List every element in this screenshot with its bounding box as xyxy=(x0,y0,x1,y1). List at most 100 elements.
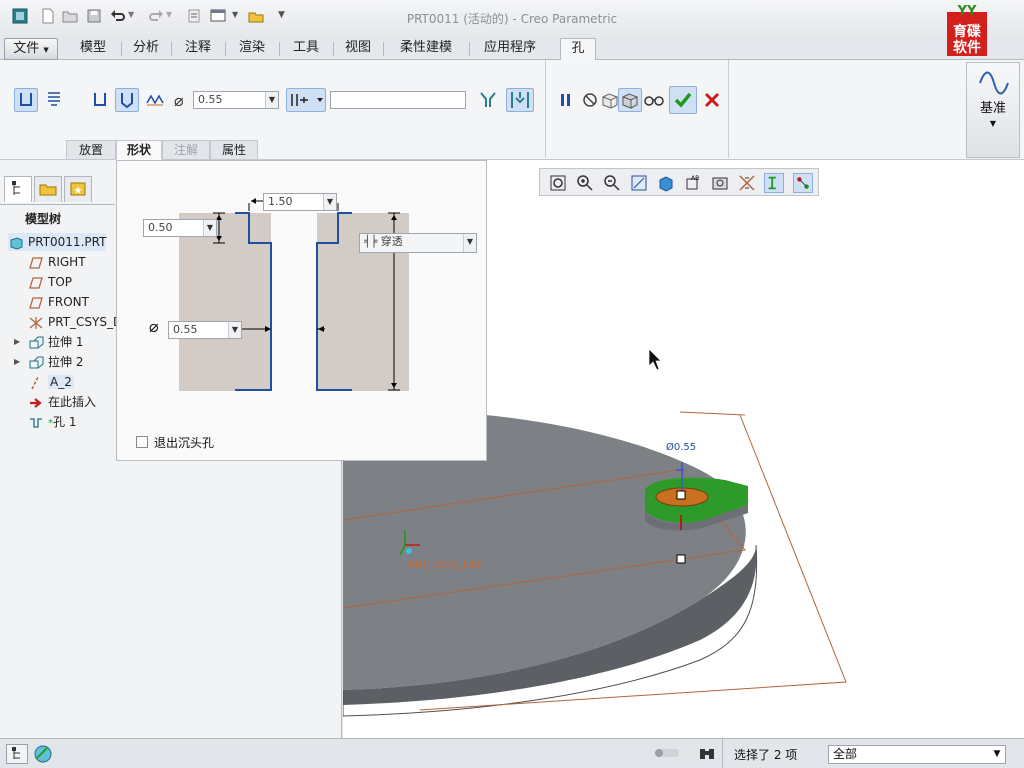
show-navigator-button[interactable] xyxy=(6,744,28,764)
side2-depth-button[interactable] xyxy=(506,88,534,112)
drill-profile-button[interactable] xyxy=(115,88,139,112)
tree-item-csys[interactable]: PRT_CSYS_D xyxy=(28,313,122,331)
datum-display-icon[interactable] xyxy=(737,173,757,193)
diameter-icon: ⌀ xyxy=(174,91,184,110)
ok-button[interactable] xyxy=(669,86,697,114)
tab-analysis[interactable]: 分析 xyxy=(122,38,170,60)
tab-file[interactable]: 文件 ▼ xyxy=(4,38,58,60)
zoom-in-icon[interactable] xyxy=(575,173,595,193)
hole-diameter-input[interactable]: 0.55 ▼ xyxy=(168,321,242,339)
shape-panel: 1.50 ▼ 0.50 ▼ ⌀ 0.55 ▼ ╡╞ 穿透 ▼ 退出沉头孔 xyxy=(116,160,487,461)
depth-option-select[interactable]: ╡╞ 穿透 ▼ xyxy=(359,233,477,253)
tab-file-dropdown-icon: ▼ xyxy=(43,46,49,54)
tab-model-tree[interactable] xyxy=(4,176,32,202)
datum-button[interactable]: 基准 ▼ xyxy=(966,62,1020,158)
zoom-out-icon[interactable] xyxy=(602,173,622,193)
tab-properties[interactable]: 属性 xyxy=(210,140,258,160)
tree-item-label: PRT0011.PRT xyxy=(28,235,107,249)
spin-center-icon[interactable] xyxy=(793,173,813,193)
tab-tools[interactable]: 工具 xyxy=(280,38,332,60)
chevron-down-icon[interactable]: ▼ xyxy=(265,92,278,108)
repaint-icon[interactable] xyxy=(629,173,649,193)
chevron-down-icon[interactable]: ▼ xyxy=(203,220,216,236)
tab-annotate[interactable]: 注释 xyxy=(172,38,224,60)
browser-icon[interactable] xyxy=(33,744,53,764)
chevron-down-icon[interactable]: ▼ xyxy=(323,194,336,210)
verify-preview-button[interactable] xyxy=(618,88,642,112)
datum-icon xyxy=(979,71,1009,95)
standard-hole-icon xyxy=(48,92,60,106)
verify-box-icon xyxy=(621,93,639,109)
pause-button[interactable] xyxy=(554,88,578,112)
chevron-down-icon[interactable]: ▼ xyxy=(463,234,476,252)
depth-value-input[interactable] xyxy=(330,91,466,109)
tree-item-label: A_2 xyxy=(48,375,74,389)
tree-item-part[interactable]: PRT0011.PRT xyxy=(8,233,107,251)
sketch-profile-button[interactable] xyxy=(143,88,167,112)
annotation-display-icon[interactable] xyxy=(764,173,784,193)
tab-folder-browser[interactable] xyxy=(34,176,62,202)
depth-option-value: 穿透 xyxy=(380,235,403,248)
depth-option-button[interactable] xyxy=(286,88,326,112)
refit-icon[interactable] xyxy=(548,173,568,193)
checkmark-icon xyxy=(674,92,692,108)
tree-item-front[interactable]: FRONT xyxy=(28,293,89,311)
diameter-value: 0.55 xyxy=(198,93,223,106)
tree-item-label: 拉伸 2 xyxy=(48,355,84,369)
tree-item-hole-1[interactable]: *孔 1 xyxy=(28,413,76,431)
tab-render[interactable]: 渲染 xyxy=(226,38,278,60)
tab-notes[interactable]: 注解 xyxy=(162,140,210,160)
find-binoculars-icon[interactable] xyxy=(698,745,716,763)
datum-dropdown-icon: ▼ xyxy=(989,119,997,128)
tree-item-label: RIGHT xyxy=(48,255,86,269)
countersink-depth-input[interactable]: 0.50 ▼ xyxy=(143,219,217,237)
tree-item-axis[interactable]: A_2 xyxy=(28,373,74,391)
tab-model[interactable]: 模型 xyxy=(66,38,120,60)
expand-icon[interactable]: ▶ xyxy=(14,337,20,346)
tree-item-label: TOP xyxy=(48,275,73,289)
straight-profile-button[interactable] xyxy=(88,88,112,112)
diameter-icon: ⌀ xyxy=(149,317,159,336)
flip-icon xyxy=(480,92,496,107)
datum-plane-icon xyxy=(29,276,43,289)
tab-shape[interactable]: 形状 xyxy=(116,140,162,160)
tab-flexible-modeling[interactable]: 柔性建模 xyxy=(384,38,468,60)
tree-item-top[interactable]: TOP xyxy=(28,273,72,291)
tree-item-extrude-2[interactable]: 拉伸 2 xyxy=(28,353,83,371)
tree-item-label: 拉伸 1 xyxy=(48,335,84,349)
selection-filter-select[interactable]: 全部 ▼ xyxy=(828,745,1006,764)
diameter-input[interactable]: 0.55 ▼ xyxy=(193,91,279,109)
simple-hole-button[interactable] xyxy=(14,88,38,112)
tree-icon xyxy=(12,181,20,195)
straight-profile-icon xyxy=(94,93,106,106)
glasses-icon xyxy=(644,96,664,106)
expand-icon[interactable]: ▶ xyxy=(14,357,20,366)
tab-hole[interactable]: 孔 xyxy=(560,38,596,61)
creo-window: ▼ ▼ ▼ ▼ PRT0011 (活动的) - Creo Parametric … xyxy=(0,0,1024,768)
title-bar: ▼ ▼ ▼ ▼ PRT0011 (活动的) - Creo Parametric xyxy=(0,0,1024,36)
chevron-down-icon[interactable]: ▼ xyxy=(989,746,1005,763)
selection-count: 选择了 2 项 xyxy=(734,748,798,762)
tree-item-extrude-1[interactable]: 拉伸 1 xyxy=(28,333,83,351)
diameter-dimension-label[interactable]: Ø0.55 xyxy=(666,442,696,453)
view-manager-icon[interactable] xyxy=(710,173,730,193)
countersink-diameter-input[interactable]: 1.50 ▼ xyxy=(263,193,337,211)
chevron-down-icon[interactable]: ▼ xyxy=(228,322,241,338)
exit-countersink-checkbox[interactable] xyxy=(136,436,148,448)
tree-item-label: 孔 1 xyxy=(53,415,77,429)
view-toolbar: AB xyxy=(539,168,819,196)
extrude-icon xyxy=(29,336,44,348)
tab-placement[interactable]: 放置 xyxy=(66,140,116,160)
tab-applications[interactable]: 应用程序 xyxy=(470,38,550,60)
tree-item-insert-here[interactable]: 在此插入 xyxy=(28,393,96,411)
tree-item-right[interactable]: RIGHT xyxy=(28,253,86,271)
glasses-preview-button[interactable] xyxy=(642,88,666,112)
cancel-button[interactable] xyxy=(700,88,724,112)
flip-depth-button[interactable] xyxy=(476,88,500,112)
display-style-icon[interactable] xyxy=(656,173,676,193)
standard-hole-button[interactable] xyxy=(42,88,66,112)
tab-favorites[interactable] xyxy=(64,176,92,202)
svg-text:AB: AB xyxy=(691,175,699,182)
tab-view[interactable]: 视图 xyxy=(334,38,382,60)
saved-orientations-icon[interactable]: AB xyxy=(683,173,703,193)
